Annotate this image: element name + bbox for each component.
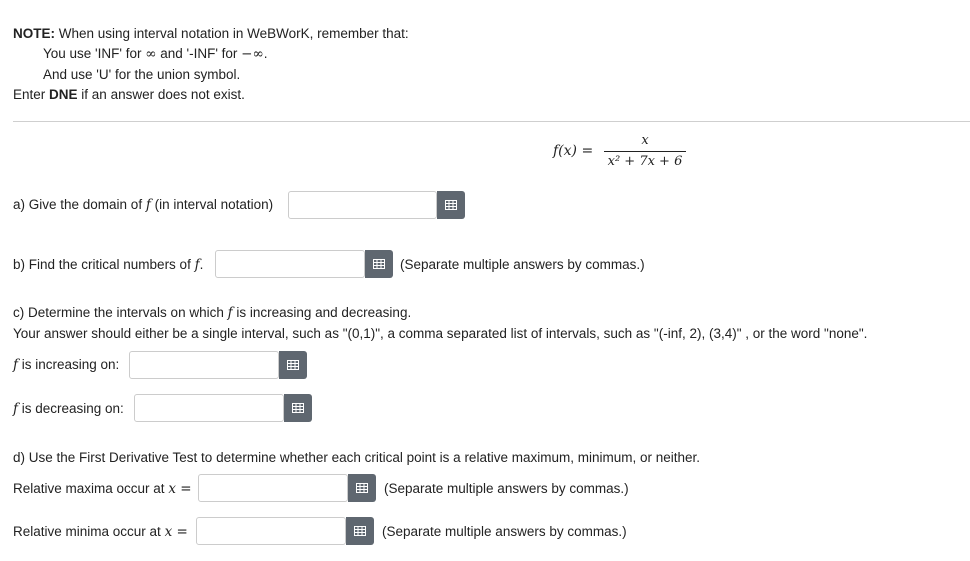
note-text: When using interval notation in WeBWorK,…	[55, 26, 409, 41]
grid-icon	[373, 259, 385, 269]
minima-input[interactable]	[196, 517, 346, 545]
note-dne: DNE	[49, 87, 78, 102]
part-d-line-1: d) Use the First Derivative Test to dete…	[13, 450, 701, 465]
grid-icon	[445, 200, 457, 210]
maxima-x-eq: x =	[168, 481, 192, 497]
note-neg-inf-text: and '-INF' for	[156, 46, 242, 61]
fraction-bar	[604, 151, 686, 152]
part-b-text: b) Find the critical numbers of	[13, 257, 195, 272]
part-b-label: b) Find the critical numbers of f.	[13, 257, 203, 273]
minima-label: Relative minima occur at x =	[13, 524, 188, 540]
grid-icon	[287, 360, 299, 370]
grid-icon	[356, 483, 368, 493]
note-line-1: NOTE: When using interval notation in We…	[13, 24, 409, 44]
part-c-text: c) Determine the intervals on which	[13, 305, 228, 320]
domain-answer-button[interactable]	[437, 191, 465, 219]
note-label: NOTE:	[13, 26, 55, 41]
increasing-answer-button[interactable]	[279, 351, 307, 379]
decreasing-input[interactable]	[134, 394, 284, 422]
note-line-2: You use 'INF' for ∞ and '-INF' for −∞.	[43, 44, 267, 64]
separator	[13, 121, 970, 122]
note-period: .	[263, 46, 268, 61]
minima-x-eq: x =	[164, 524, 188, 540]
minima-text: Relative minima occur at	[13, 524, 165, 539]
formula-numerator: x	[641, 133, 649, 148]
domain-input[interactable]	[288, 191, 437, 219]
increasing-label: f is increasing on:	[13, 357, 119, 373]
formula-fraction: x x² + 7x + 6	[604, 133, 686, 170]
note-line-4: Enter DNE if an answer does not exist.	[13, 85, 245, 105]
maxima-hint: (Separate multiple answers by commas.)	[384, 481, 629, 496]
increasing-input[interactable]	[129, 351, 279, 379]
decreasing-answer-button[interactable]	[284, 394, 312, 422]
note-line-3: And use 'U' for the union symbol.	[43, 67, 241, 82]
infinity-symbol: ∞	[145, 46, 157, 62]
part-b-hint: (Separate multiple answers by commas.)	[400, 257, 645, 272]
maxima-answer-button[interactable]	[348, 474, 376, 502]
part-a-text-post: (in interval notation)	[150, 197, 274, 212]
decreasing-text: is decreasing on:	[18, 401, 124, 416]
part-c-line-1: c) Determine the intervals on which f is…	[13, 305, 411, 321]
minima-answer-button[interactable]	[346, 517, 374, 545]
part-b-period: .	[199, 257, 204, 272]
part-a-label: a) Give the domain of f (in interval not…	[13, 197, 273, 213]
minima-hint: (Separate multiple answers by commas.)	[382, 524, 627, 539]
increasing-text: is increasing on:	[18, 357, 120, 372]
maxima-input[interactable]	[198, 474, 348, 502]
critical-numbers-answer-button[interactable]	[365, 250, 393, 278]
part-c-text-post: is increasing and decreasing.	[232, 305, 412, 320]
decreasing-label: f is decreasing on:	[13, 401, 124, 417]
formula-lhs: f(x) =	[553, 143, 594, 159]
part-a-text: a) Give the domain of	[13, 197, 146, 212]
grid-icon	[292, 403, 304, 413]
maxima-text: Relative maxima occur at	[13, 481, 169, 496]
note-inf-text: You use 'INF' for	[43, 46, 146, 61]
neg-infinity-symbol: −∞	[241, 46, 264, 62]
critical-numbers-input[interactable]	[215, 250, 365, 278]
part-c-line-2: Your answer should either be a single in…	[13, 326, 868, 341]
maxima-label: Relative maxima occur at x =	[13, 481, 192, 497]
note-dne-text: if an answer does not exist.	[77, 87, 245, 102]
note-enter: Enter	[13, 87, 50, 102]
formula-denominator: x² + 7x + 6	[607, 154, 683, 169]
grid-icon	[354, 526, 366, 536]
